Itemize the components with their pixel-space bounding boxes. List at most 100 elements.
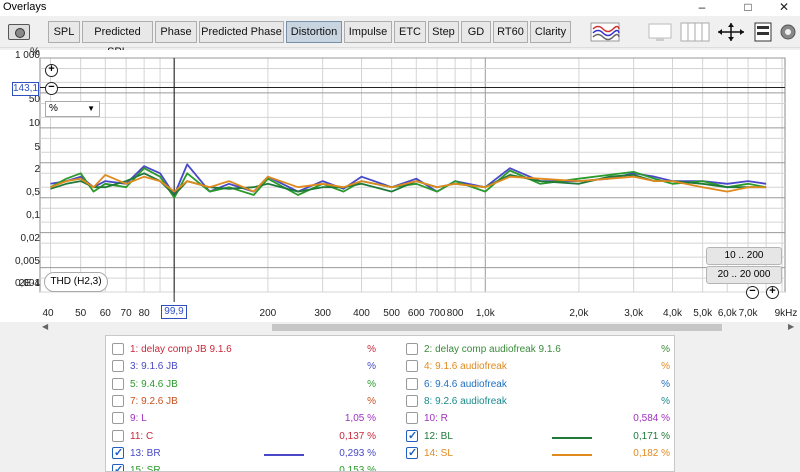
columns-icon[interactable] (680, 22, 710, 42)
legend-value: 1,05 % (344, 413, 376, 425)
legend-item[interactable]: 3: 9.1.6 JB% (112, 359, 382, 375)
zoom-out-x-button[interactable]: − (746, 286, 759, 299)
tab-step[interactable]: Step (428, 21, 459, 43)
legend-checkbox[interactable] (112, 463, 124, 471)
legend-item[interactable]: 5: 9.4.6 JB% (112, 377, 382, 393)
legend-checkbox[interactable] (112, 429, 124, 442)
zoom-out-y-button[interactable]: − (45, 82, 58, 95)
title-bar: Overlays – □ ✕ (0, 0, 800, 16)
distortion-plot[interactable] (0, 50, 800, 322)
minimize-button[interactable]: – (690, 0, 714, 14)
legend-value: % (661, 395, 670, 407)
legend-checkbox[interactable] (406, 394, 418, 407)
scroll-left-icon[interactable]: ◀ (42, 322, 48, 331)
y-tick-label: 2E-4 (18, 278, 40, 289)
thd-mode-label[interactable]: THD (H2,3) (44, 272, 108, 292)
legend-label: 8: 9.2.6 audiofreak (424, 395, 507, 407)
legend-item[interactable]: 6: 9.4.6 audiofreak% (406, 377, 674, 393)
legend-value: 0,171 % (633, 430, 670, 442)
legend-label: 12: BL (424, 430, 453, 442)
legend-value: 0,153 % (339, 465, 376, 472)
close-button[interactable]: ✕ (772, 0, 796, 14)
legend-item[interactable]: 11: C 0,137 % (112, 429, 382, 445)
legend-value: 0,137 % (339, 430, 376, 442)
legend-value: 0,293 % (339, 447, 376, 459)
scrollbar-thumb[interactable] (272, 324, 722, 331)
legend-label: 3: 9.1.6 JB (130, 361, 178, 373)
legend-value: % (367, 395, 376, 407)
plot-canvas[interactable] (0, 50, 800, 322)
legend-checkbox[interactable] (112, 394, 124, 407)
zoom-in-x-button[interactable]: + (766, 286, 779, 299)
x-tick-label: 700 (428, 308, 446, 319)
unit-dropdown[interactable]: % ▼ (45, 101, 100, 117)
legend-label: 4: 9.1.6 audiofreak (424, 361, 507, 373)
legend-item[interactable]: 10: R 0,584 % (406, 411, 674, 427)
legend-checkbox[interactable] (406, 412, 418, 425)
legend-item[interactable]: 13: BR 0,293 % (112, 446, 382, 462)
x-tick-label: 300 (314, 308, 331, 319)
legend-item[interactable]: 2: delay comp audiofreak 9.1.6% (406, 342, 674, 358)
tab-distortion[interactable]: Distortion (286, 21, 342, 43)
panel-icon[interactable] (754, 22, 772, 42)
tab-spl[interactable]: SPL (48, 21, 80, 43)
tab-clarity[interactable]: Clarity (530, 21, 571, 43)
legend-checkbox[interactable] (406, 343, 418, 355)
legend-item[interactable]: 15: SR 0,153 % (112, 463, 382, 472)
maximize-button[interactable]: □ (736, 0, 760, 14)
legend-value: % (661, 344, 670, 355)
legend-item[interactable]: 1: delay comp JB 9.1.6% (112, 342, 382, 358)
legend-checkbox[interactable] (112, 343, 124, 355)
legend-label: 5: 9.4.6 JB (130, 378, 178, 390)
legend-value: % (367, 344, 376, 355)
x-tick-label: 40 (42, 308, 54, 319)
tab-impulse[interactable]: Impulse (344, 21, 392, 43)
legend-item[interactable]: 14: SL 0,182 % (406, 446, 674, 462)
x-tick-label: 800 (446, 308, 464, 319)
legend-item[interactable]: 7: 9.2.6 JB% (112, 394, 382, 410)
overlay-wave-icon[interactable] (590, 22, 620, 42)
legend-value: % (367, 361, 376, 373)
tab-predicted-spl[interactable]: Predicted SPL (82, 21, 153, 58)
tab-predicted-phase[interactable]: Predicted Phase (199, 21, 284, 43)
legend-checkbox[interactable] (406, 446, 418, 460)
y-tick-label: 10 (28, 118, 40, 129)
tab-etc[interactable]: ETC (394, 21, 426, 43)
range-10-200-button[interactable]: 10 .. 200 (706, 247, 782, 265)
legend-label: 10: R (424, 413, 448, 425)
legend-label: 11: C (130, 430, 154, 442)
y-cursor-readout: 143,1 (12, 82, 39, 96)
tab-rt60[interactable]: RT60 (493, 21, 528, 43)
legend-item[interactable]: 4: 9.1.6 audiofreak% (406, 359, 674, 375)
legend-label: 6: 9.4.6 audiofreak (424, 378, 507, 390)
zoom-in-y-button[interactable]: + (45, 64, 58, 77)
toolbar: SPLPredicted SPLPhasePredicted PhaseDist… (0, 16, 800, 58)
legend-line-swatch (552, 436, 592, 439)
tab-phase[interactable]: Phase (155, 21, 197, 43)
legend-checkbox[interactable] (112, 360, 124, 373)
range-20-20000-button[interactable]: 20 .. 20 000 (706, 266, 782, 284)
legend-checkbox[interactable] (112, 377, 124, 390)
legend-item[interactable]: 8: 9.2.6 audiofreak% (406, 394, 674, 410)
monitor-icon[interactable] (646, 22, 674, 42)
legend-checkbox[interactable] (112, 446, 124, 460)
camera-icon[interactable] (8, 24, 30, 40)
gear-icon[interactable] (778, 22, 798, 42)
legend-panel: 1: delay comp JB 9.1.6% 2: delay comp aud… (105, 335, 675, 472)
legend-checkbox[interactable] (406, 377, 418, 390)
legend-checkbox[interactable] (112, 412, 124, 425)
legend-item[interactable]: 12: BL 0,171 % (406, 429, 674, 445)
expand-arrows-icon[interactable] (716, 22, 746, 42)
scroll-right-icon[interactable]: ▶ (788, 322, 794, 331)
legend-checkbox[interactable] (406, 429, 418, 443)
legend-item[interactable]: 9: L 1,05 % (112, 411, 382, 427)
legend-value: 0,584 % (633, 413, 670, 425)
legend-label: 1: delay comp JB 9.1.6 (130, 344, 232, 355)
tab-gd[interactable]: GD (461, 21, 491, 43)
legend-checkbox[interactable] (406, 360, 418, 373)
legend-label: 13: BR (130, 447, 161, 459)
x-tick-label: 500 (383, 308, 400, 319)
x-cursor-readout: 99,9 (161, 305, 187, 319)
y-tick-label: 5 (34, 142, 40, 153)
horizontal-scrollbar[interactable]: ◀ ▶ (40, 322, 800, 332)
